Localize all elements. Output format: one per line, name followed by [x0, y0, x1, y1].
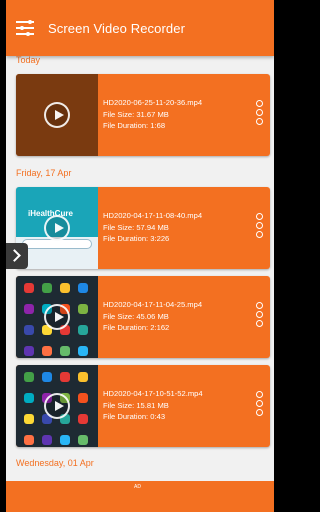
section-label-today: Today — [16, 55, 41, 65]
app-screen: Screen Video Recorder Today HD2020-06-25… — [6, 0, 274, 512]
video-file-duration: File Duration: 0:43 — [103, 412, 166, 421]
video-thumbnail[interactable] — [16, 365, 98, 447]
chevron-right-icon[interactable] — [6, 243, 28, 269]
more-vertical-icon[interactable] — [256, 391, 264, 418]
sliders-menu-icon[interactable] — [16, 19, 34, 37]
video-file-name: HD2020-04-17-11-08-40.mp4 — [103, 211, 203, 220]
more-vertical-icon[interactable] — [256, 302, 264, 329]
video-file-size: File Size: 45.06 MB — [103, 311, 169, 321]
video-card[interactable]: HD2020-04-17-11-04-25.mp4 File Size: 45.… — [16, 276, 270, 358]
video-thumbnail[interactable] — [16, 276, 98, 358]
video-card[interactable]: HD2020-06-25-11-20-36.mp4 File Size: 31.… — [16, 74, 270, 156]
app-bar: Screen Video Recorder — [6, 0, 274, 56]
play-icon[interactable] — [44, 215, 70, 241]
ad-banner[interactable]: AD — [6, 481, 274, 512]
video-file-duration: File Duration: 2:162 — [103, 323, 170, 332]
play-icon[interactable] — [44, 102, 70, 128]
video-file-duration: File Duration: 3:226 — [103, 234, 170, 243]
video-info: HD2020-06-25-11-20-36.mp4 File Size: 31.… — [103, 97, 202, 132]
video-thumbnail[interactable]: iHealthCure — [16, 187, 98, 269]
video-file-size: File Size: 57.94 MB — [103, 222, 169, 232]
video-file-size: File Size: 31.67 MB — [103, 109, 169, 119]
video-info: HD2020-04-17-10-51-52.mp4 File Size: 15.… — [103, 388, 203, 423]
play-icon[interactable] — [44, 393, 70, 419]
video-file-duration: File Duration: 1:68 — [103, 121, 166, 130]
video-info: HD2020-04-17-11-08-40.mp4 File Size: 57.… — [103, 210, 202, 245]
video-file-size: File Size: 15.81 MB — [103, 400, 169, 410]
section-label-friday: Friday, 17 Apr — [16, 168, 72, 178]
video-file-name: HD2020-04-17-11-04-25.mp4 — [103, 300, 203, 309]
more-vertical-icon[interactable] — [256, 213, 264, 240]
app-title: Screen Video Recorder — [48, 20, 185, 36]
more-vertical-icon[interactable] — [256, 100, 264, 127]
video-info: HD2020-04-17-11-04-25.mp4 File Size: 45.… — [103, 299, 202, 334]
video-card[interactable]: iHealthCure HD2020-04-17-11-08-40.mp4 Fi… — [16, 187, 270, 269]
video-file-name: HD2020-06-25-11-20-36.mp4 — [103, 98, 203, 107]
ad-label: AD — [134, 484, 141, 490]
section-label-wednesday: Wednesday, 01 Apr — [16, 458, 94, 468]
video-card[interactable]: HD2020-04-17-10-51-52.mp4 File Size: 15.… — [16, 365, 270, 447]
video-file-name: HD2020-04-17-10-51-52.mp4 — [103, 389, 203, 398]
video-thumbnail[interactable] — [16, 74, 98, 156]
play-icon[interactable] — [44, 304, 70, 330]
